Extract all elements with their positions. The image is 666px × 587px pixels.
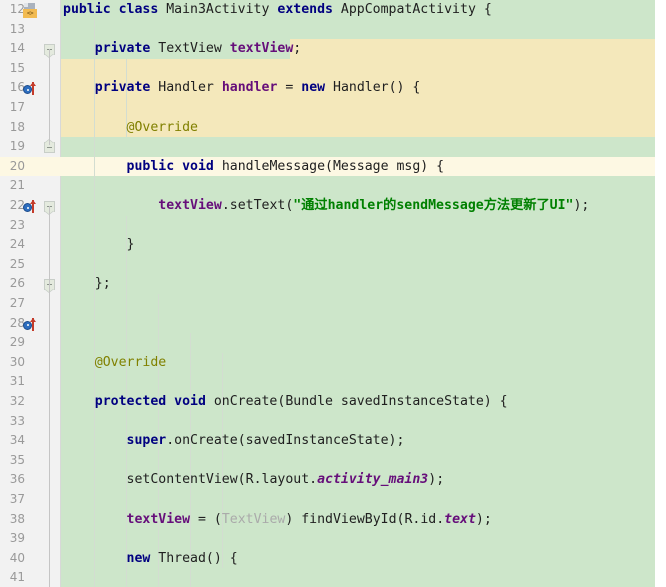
editor-right-margin	[655, 0, 666, 587]
fold-connector	[49, 49, 50, 146]
code-line[interactable]: private Handler handler = new Handler() …	[61, 78, 655, 98]
code-line[interactable]: super.onCreate(savedInstanceState);	[61, 431, 655, 451]
line-number: 30	[9, 354, 25, 369]
gutter-line-row[interactable]: 41	[0, 568, 61, 587]
indent-guide	[94, 19, 95, 587]
line-background	[61, 137, 655, 157]
override-method-icon[interactable]	[23, 198, 39, 214]
code-line[interactable]: @Override	[61, 118, 655, 138]
gutter-line-row[interactable]: 21	[0, 176, 61, 196]
code-line[interactable]: protected void onCreate(Bundle savedInst…	[61, 392, 655, 412]
gutter-line-row[interactable]: 23	[0, 216, 61, 236]
override-method-icon[interactable]	[23, 316, 39, 332]
line-background	[61, 450, 655, 471]
code-line[interactable]: };	[61, 274, 655, 294]
gutter-line-row[interactable]: 29	[0, 333, 61, 353]
override-method-icon[interactable]	[23, 80, 39, 96]
code-editor[interactable]: public class Main3Activity extends AppCo…	[0, 0, 666, 587]
line-number: 40	[9, 550, 25, 565]
line-background	[61, 254, 655, 275]
gutter-line-row[interactable]: 25	[0, 255, 61, 275]
gutter-line-row[interactable]: 32	[0, 392, 61, 412]
line-number: 26	[9, 276, 25, 291]
fold-collapse-icon[interactable]	[44, 198, 60, 215]
line-number: 39	[9, 531, 25, 546]
line-number: 25	[9, 256, 25, 271]
line-number: 15	[9, 60, 25, 75]
code-line[interactable]: setContentView(R.layout.activity_main3);	[61, 470, 655, 490]
line-number: 13	[9, 21, 25, 36]
line-number: 21	[9, 178, 25, 193]
gutter-line-row[interactable]: 24	[0, 235, 61, 255]
line-background	[61, 58, 655, 79]
line-number: 18	[9, 119, 25, 134]
line-background	[61, 294, 655, 314]
fold-end-icon[interactable]	[44, 139, 60, 155]
code-line[interactable]: public void handleMessage(Message msg) {	[61, 157, 655, 177]
java-class-file-icon[interactable]: <>	[23, 2, 39, 18]
code-line[interactable]	[61, 314, 655, 334]
line-number: 31	[9, 374, 25, 389]
gutter-line-row[interactable]: 34	[0, 431, 61, 451]
line-number: 37	[9, 492, 25, 506]
line-background	[61, 19, 655, 40]
line-background	[61, 215, 655, 236]
fold-collapse-icon[interactable]	[44, 41, 60, 59]
line-number: 19	[9, 139, 25, 154]
line-number: 24	[9, 237, 25, 252]
line-background	[61, 372, 655, 392]
code-line[interactable]: private TextView textView;	[61, 39, 655, 59]
line-number: 36	[9, 472, 25, 487]
line-number: 27	[9, 296, 25, 310]
gutter-line-row[interactable]: 33	[0, 412, 61, 432]
gutter-line-row[interactable]: 35	[0, 451, 61, 471]
gutter-line-row[interactable]: 40	[0, 549, 61, 569]
line-background	[61, 490, 655, 510]
line-number: 38	[9, 511, 25, 526]
code-line[interactable]: new Thread() {	[61, 549, 655, 569]
gutter-line-row[interactable]: 27	[0, 294, 61, 314]
gutter-line-row[interactable]: 30	[0, 353, 61, 373]
code-text-area[interactable]: public class Main3Activity extends AppCo…	[61, 0, 655, 587]
indent-guide	[222, 352, 223, 569]
code-line[interactable]: @Override	[61, 353, 655, 373]
code-line[interactable]: }	[61, 235, 655, 255]
code-line[interactable]: public class Main3Activity extends AppCo…	[61, 0, 655, 20]
line-number: 29	[9, 335, 25, 350]
line-number: 41	[9, 570, 25, 585]
gutter-line-row[interactable]: 17	[0, 98, 61, 118]
fold-connector	[49, 206, 50, 587]
gutter-line-row[interactable]: 38	[0, 510, 61, 530]
line-number: 14	[9, 41, 25, 56]
line-number: 23	[9, 217, 25, 232]
gutter-line-row[interactable]: 37	[0, 490, 61, 510]
line-number: 32	[9, 394, 25, 408]
gutter-line-row[interactable]: 36	[0, 470, 61, 490]
line-background	[61, 529, 655, 549]
gutter-line-row[interactable]: 18	[0, 118, 61, 138]
line-background	[61, 98, 655, 118]
code-line[interactable]: textView = (TextView) findViewById(R.id.…	[61, 510, 655, 530]
gutter-line-row[interactable]: 13	[0, 20, 61, 40]
line-number: 35	[9, 452, 25, 467]
gutter-line-row[interactable]: 15	[0, 59, 61, 79]
fold-collapse-icon[interactable]	[44, 276, 60, 294]
line-number: 34	[9, 433, 25, 448]
line-number: 33	[9, 413, 25, 428]
gutter-line-row[interactable]: 20	[0, 156, 61, 177]
line-background	[61, 333, 655, 353]
line-background	[61, 411, 655, 432]
editor-gutter[interactable]: 12 13 14 15 16 17 18 19 20 21 22 23 24 25 26 27 28 29 30 31…	[0, 0, 61, 587]
line-number: 17	[9, 100, 25, 114]
line-background	[61, 176, 655, 196]
gutter-line-row[interactable]: 39	[0, 529, 61, 549]
code-line[interactable]: textView.setText("通过handler的sendMessage方…	[61, 196, 655, 216]
gutter-line-row[interactable]: 31	[0, 372, 61, 392]
line-number: 20	[9, 158, 25, 173]
line-background	[61, 568, 655, 587]
